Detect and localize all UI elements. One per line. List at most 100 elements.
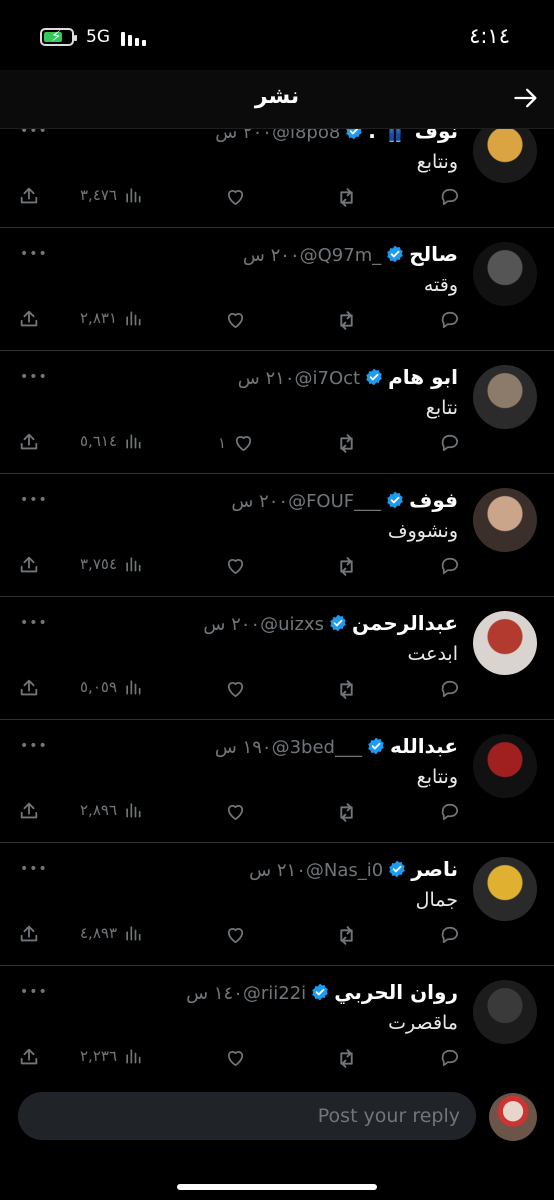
retweet-button[interactable] bbox=[334, 431, 359, 456]
reply-button[interactable] bbox=[438, 677, 461, 700]
user-avatar[interactable] bbox=[473, 242, 537, 306]
user-avatar[interactable] bbox=[473, 488, 537, 552]
reply-text: ونشووف bbox=[387, 520, 458, 542]
user-avatar[interactable] bbox=[473, 365, 537, 429]
share-button[interactable] bbox=[18, 677, 40, 699]
reply-item[interactable]: ••• عبدالله @3bed___١٩٠ س ونتابع ٢,٨٩٦ bbox=[0, 720, 554, 843]
views-button[interactable]: ٥,٦١٤ bbox=[80, 431, 143, 451]
verified-badge-icon bbox=[383, 860, 411, 881]
action-bar: ٢,٨٣١ bbox=[0, 308, 554, 338]
like-button[interactable] bbox=[218, 554, 247, 577]
share-button[interactable] bbox=[18, 431, 40, 453]
reply-item[interactable]: ••• صالح @Q97m_٢٠٠ س وقته ٢,٨٣١ bbox=[0, 228, 554, 351]
display-name[interactable]: فوف bbox=[409, 488, 458, 512]
reply-item[interactable]: ••• عبدالرحمن @uizxs٢٠٠ س ابدعت ٥,٠٥٩ bbox=[0, 597, 554, 720]
user-avatar[interactable] bbox=[473, 980, 537, 1044]
more-options-icon[interactable]: ••• bbox=[20, 615, 48, 631]
like-button[interactable] bbox=[218, 1046, 247, 1069]
views-button[interactable]: ٥,٠٥٩ bbox=[80, 677, 143, 697]
reply-button[interactable] bbox=[438, 1046, 461, 1069]
like-button[interactable] bbox=[218, 800, 247, 823]
reply-text: جمال bbox=[415, 889, 458, 911]
views-button[interactable]: ٤,٨٩٣ bbox=[80, 923, 143, 943]
share-button[interactable] bbox=[18, 923, 40, 945]
reply-button[interactable] bbox=[438, 431, 461, 454]
like-button[interactable] bbox=[218, 308, 247, 331]
replies-feed[interactable]: ••• نوف 👖 .@l8po8٢٠٠ س ونتابع ٣,٤٧٦ ••• صالح@… bbox=[0, 108, 554, 1080]
verified-badge-icon bbox=[381, 245, 409, 266]
share-button[interactable] bbox=[18, 185, 40, 207]
retweet-button[interactable] bbox=[334, 677, 359, 702]
reply-button[interactable] bbox=[438, 554, 461, 577]
user-avatar[interactable] bbox=[473, 857, 537, 921]
views-count: ٣,٤٧٦ bbox=[80, 186, 117, 204]
retweet-button[interactable] bbox=[334, 554, 359, 579]
reply-button[interactable] bbox=[438, 923, 461, 946]
like-button[interactable] bbox=[218, 677, 247, 700]
like-button[interactable]: ١ bbox=[218, 431, 255, 454]
reply-text: ابدعت bbox=[407, 643, 458, 665]
more-options-icon[interactable]: ••• bbox=[20, 984, 48, 1000]
views-button[interactable]: ٢,٨٣١ bbox=[80, 308, 143, 328]
user-handle: @uizxs bbox=[260, 614, 324, 635]
reply-item[interactable]: ••• فوف @FOUF___٢٠٠ س ونشووف ٣,٧٥٤ bbox=[0, 474, 554, 597]
user-handle: @i7Oct bbox=[294, 368, 361, 389]
views-count: ٢,٨٣١ bbox=[80, 309, 117, 327]
share-button[interactable] bbox=[18, 1046, 40, 1068]
views-button[interactable]: ٢,٨٩٦ bbox=[80, 800, 143, 820]
views-button[interactable]: ٣,٤٧٦ bbox=[80, 185, 143, 205]
retweet-button[interactable] bbox=[334, 185, 359, 210]
more-options-icon[interactable]: ••• bbox=[20, 861, 48, 877]
reply-item[interactable]: ••• روان الحربي @rii22i١٤٠ س ماقصرت ٢,٢٣٦ bbox=[0, 966, 554, 1080]
share-button[interactable] bbox=[18, 800, 40, 822]
share-button[interactable] bbox=[18, 554, 40, 576]
reply-item[interactable]: ••• ناصر @Nas_i0٢١٠ س جمال ٤,٨٩٣ bbox=[0, 843, 554, 966]
like-button[interactable] bbox=[218, 923, 247, 946]
display-name[interactable]: ابو هام bbox=[388, 365, 458, 389]
reply-button[interactable] bbox=[438, 800, 461, 823]
display-name[interactable]: روان الحربي bbox=[334, 980, 458, 1004]
reply-input[interactable] bbox=[18, 1092, 476, 1140]
display-name[interactable]: عبدالرحمن bbox=[352, 611, 458, 635]
retweet-button[interactable] bbox=[334, 800, 359, 825]
more-options-icon[interactable]: ••• bbox=[20, 738, 48, 754]
retweet-button[interactable] bbox=[334, 308, 359, 333]
display-name[interactable]: عبدالله bbox=[390, 734, 458, 758]
reply-text: وقته bbox=[423, 274, 458, 296]
reply-header: ناصر @Nas_i0٢١٠ س bbox=[249, 857, 458, 881]
top-header: نشر bbox=[0, 70, 554, 129]
home-indicator bbox=[177, 1184, 377, 1190]
user-handle: @FOUF___ bbox=[288, 491, 382, 512]
display-name[interactable]: صالح bbox=[409, 242, 458, 266]
page-title: نشر bbox=[254, 84, 300, 109]
views-button[interactable]: ٢,٢٣٦ bbox=[80, 1046, 143, 1066]
reply-item[interactable]: ••• ابو هام @i7Oct٢١٠ س نتابع ٥,٦١٤ ١ bbox=[0, 351, 554, 474]
user-avatar[interactable] bbox=[473, 611, 537, 675]
share-button[interactable] bbox=[18, 308, 40, 330]
user-avatar[interactable] bbox=[473, 734, 537, 798]
views-count: ٣,٧٥٤ bbox=[80, 555, 117, 573]
post-time: ٢١٠ س bbox=[249, 860, 306, 881]
views-button[interactable]: ٣,٧٥٤ bbox=[80, 554, 143, 574]
reply-header: صالح @Q97m_٢٠٠ س bbox=[243, 242, 458, 266]
more-options-icon[interactable]: ••• bbox=[20, 246, 48, 262]
action-bar: ٣,٤٧٦ bbox=[0, 185, 554, 215]
like-button[interactable] bbox=[218, 185, 247, 208]
reply-button[interactable] bbox=[438, 185, 461, 208]
action-bar: ٣,٧٥٤ bbox=[0, 554, 554, 584]
retweet-button[interactable] bbox=[334, 923, 359, 948]
post-time: ١٤٠ س bbox=[186, 983, 243, 1004]
back-arrow-icon[interactable] bbox=[512, 84, 540, 112]
more-options-icon[interactable]: ••• bbox=[20, 492, 48, 508]
reply-text: ونتابع bbox=[416, 766, 458, 788]
more-options-icon[interactable]: ••• bbox=[20, 369, 48, 385]
display-name[interactable]: ناصر bbox=[411, 857, 458, 881]
post-time: ٢٠٠ س bbox=[231, 491, 289, 512]
verified-badge-icon bbox=[324, 614, 352, 635]
action-bar: ٥,٠٥٩ bbox=[0, 677, 554, 707]
reply-header: ابو هام @i7Oct٢١٠ س bbox=[238, 365, 458, 389]
action-bar: ٥,٦١٤ ١ bbox=[0, 431, 554, 461]
reply-composer bbox=[0, 1080, 554, 1162]
retweet-button[interactable] bbox=[334, 1046, 359, 1071]
reply-button[interactable] bbox=[438, 308, 461, 331]
